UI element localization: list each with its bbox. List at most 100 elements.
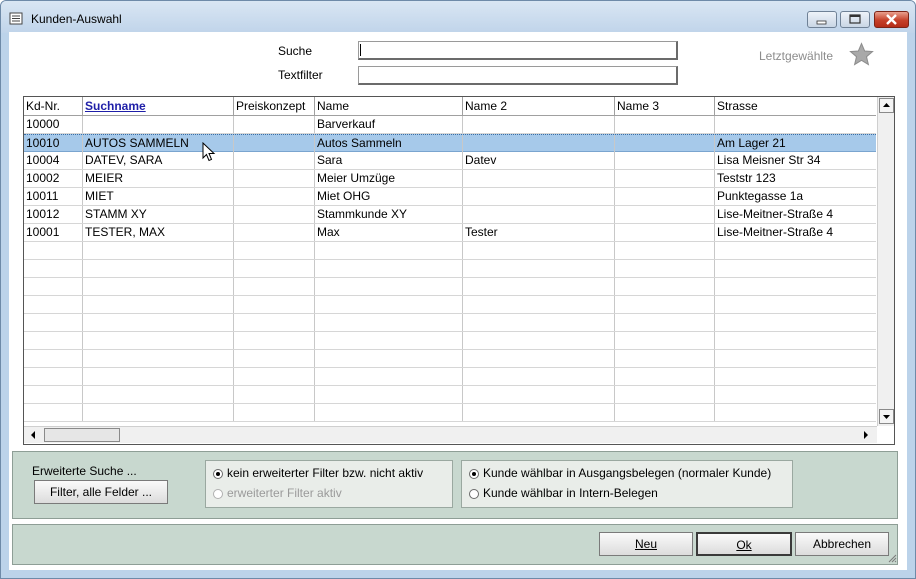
table-cell-preiskonzept [234,350,315,367]
table-cell-strasse: Lisa Meisner Str 34 [717,153,821,167]
table-cell-kdnr: 10010 [24,135,83,152]
empty-table-row[interactable] [24,242,876,260]
mouse-cursor-icon [202,142,216,162]
scroll-down-button[interactable] [879,409,894,424]
table-cell-name [315,314,463,331]
table-row[interactable]: 10011 MIET Miet OHG Punktegasse 1a [24,188,876,206]
empty-table-row[interactable] [24,404,876,422]
column-header-name3[interactable]: Name 3 [615,97,715,115]
table-cell-preiskonzept [234,278,315,295]
empty-table-row[interactable] [24,386,876,404]
table-cell-kdnr [24,386,83,403]
maximize-icon [849,14,861,24]
table-cell-strasse: Lise-Meitner-Straße 4 [717,207,834,221]
table-cell-kdnr: 10000 [24,116,83,133]
column-header-kdnr[interactable]: Kd-Nr. [24,97,83,115]
customer-table[interactable]: Kd-Nr. Suchname Preiskonzept Name Name 2… [23,96,895,445]
column-header-suchname[interactable]: Suchname [83,97,234,115]
table-cell-name [315,332,463,349]
empty-table-row[interactable] [24,278,876,296]
resize-grip-icon[interactable] [887,553,897,563]
table-cell-kdnr: 10012 [24,206,83,223]
table-cell-preiskonzept [234,296,315,313]
table-cell-name [315,404,463,421]
table-cell-strasse [715,116,876,133]
table-cell-name [315,368,463,385]
table-cell-suchname [83,404,234,421]
table-cell-suchname [83,242,234,259]
table-cell-suchname [83,260,234,277]
empty-table-row[interactable] [24,368,876,386]
dialog-content: Suche Textfilter Letztgewählte Kd-Nr. Su… [9,32,907,570]
table-cell-name2 [463,350,615,367]
table-cell-preiskonzept [234,404,315,421]
table-cell-name3 [615,224,715,241]
empty-table-row[interactable] [24,260,876,278]
table-cell-name3 [615,206,715,223]
empty-table-row[interactable] [24,314,876,332]
radio-outgoing-documents[interactable] [469,469,479,479]
table-cell-name3 [615,368,715,385]
radio-no-filter[interactable] [213,469,223,479]
arrow-left-icon[interactable] [27,429,39,441]
arrow-right-icon[interactable] [860,429,872,441]
ok-button[interactable]: Ok [696,532,792,556]
table-row[interactable]: 10002 MEIER Meier Umzüge Teststr 123 [24,170,876,188]
table-cell-suchname [83,278,234,295]
table-cell-suchname [83,350,234,367]
horizontal-scroll-thumb[interactable] [44,428,120,442]
empty-table-row[interactable] [24,332,876,350]
table-cell-preiskonzept [234,260,315,277]
table-cell-suchname [83,368,234,385]
table-cell-name3 [615,116,715,133]
customer-type-group: Kunde wählbar in Ausgangsbelegen (normal… [461,460,793,508]
filter-panel: Erweiterte Suche ... Filter, alle Felder… [12,451,898,519]
table-cell-name2 [463,368,615,385]
abbrechen-button[interactable]: Abbrechen [795,532,889,556]
table-cell-preiskonzept [234,224,315,241]
extended-search-label: Erweiterte Suche ... [32,464,137,478]
column-header-strasse[interactable]: Strasse [715,97,876,115]
table-cell-strasse [715,350,876,367]
table-cell-name3 [615,386,715,403]
table-cell-name3 [615,278,715,295]
minimize-button[interactable] [807,11,837,28]
table-cell-preiskonzept [234,332,315,349]
table-cell-kdnr [24,332,83,349]
column-header-name2[interactable]: Name 2 [463,97,615,115]
table-row[interactable]: 10004 DATEV, SARA Sara Datev Lisa Meisner St… [24,152,876,170]
table-row[interactable]: 10012 STAMM XY Stammkunde XY Lise-Meitner-S… [24,206,876,224]
table-cell-suchname: MIET [83,188,234,205]
table-cell-suchname [83,314,234,331]
table-row[interactable]: 10001 TESTER, MAX Max Tester Lise-Meitner-St… [24,224,876,242]
filter-all-fields-button[interactable]: Filter, alle Felder ... [34,480,168,504]
maximize-button[interactable] [840,11,870,28]
vertical-scrollbar[interactable] [877,97,894,426]
empty-table-row[interactable] [24,296,876,314]
table-cell-name3 [615,242,715,259]
table-cell-strasse: Lise-Meitner-Straße 4 [717,225,834,239]
table-cell-name3 [615,188,715,205]
dialog-window: Kunden-Auswahl Suche Textfilter Letztgew… [0,0,916,579]
filter-status-group: kein erweiterter Filter bzw. nicht aktiv… [205,460,453,508]
table-row[interactable]: 10000 Barverkauf [24,116,876,134]
column-header-name[interactable]: Name [315,97,463,115]
horizontal-scrollbar[interactable] [24,426,877,443]
scroll-up-button[interactable] [879,98,894,113]
radio-filter-active [213,489,223,499]
radio-internal-documents[interactable] [469,489,479,499]
star-icon[interactable] [849,42,874,67]
empty-table-row[interactable] [24,350,876,368]
textfilter-label: Textfilter [278,68,323,82]
radio-filter-active-label: erweiterter Filter aktiv [227,486,342,500]
close-button[interactable] [874,11,909,28]
suche-input[interactable] [358,41,678,60]
table-row[interactable]: 10010 AUTOS SAMMELN Autos Sammeln Am Lager … [24,134,876,152]
column-header-preiskonzept[interactable]: Preiskonzept [234,97,315,115]
neu-button[interactable]: Neu [599,532,693,556]
table-cell-preiskonzept [234,206,315,223]
table-cell-strasse: Punktegasse 1a [717,189,804,203]
radio-internal-documents-label: Kunde wählbar in Intern-Belegen [483,486,658,500]
table-cell-name3 [615,350,715,367]
textfilter-input[interactable] [358,66,678,85]
